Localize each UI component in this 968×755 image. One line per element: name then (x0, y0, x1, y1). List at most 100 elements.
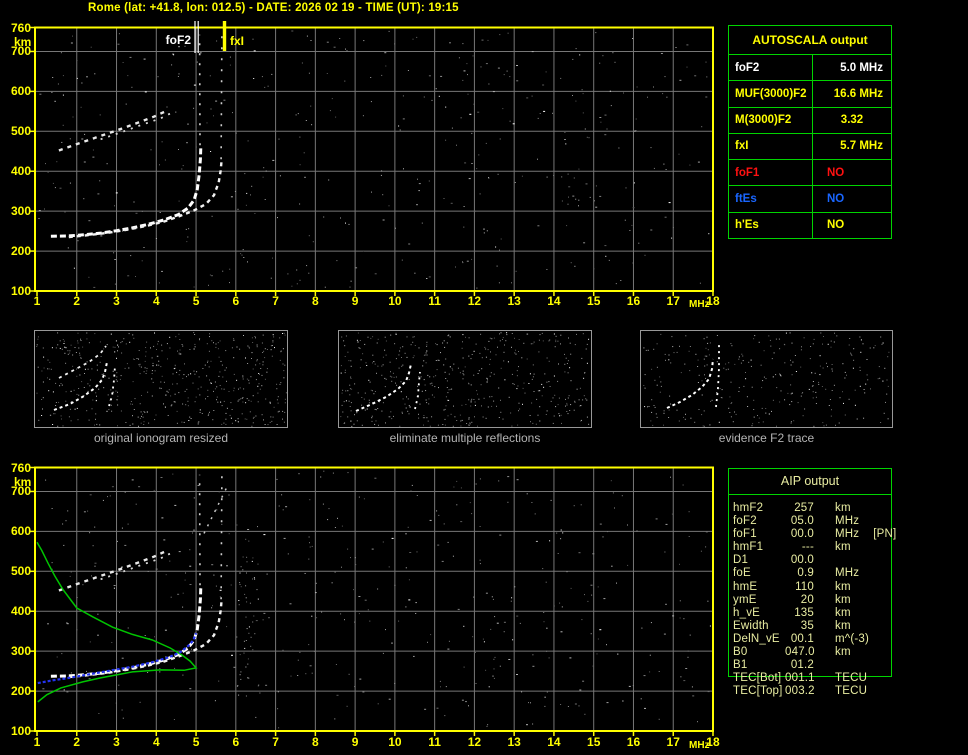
aip-row: D1 00.0 (728, 554, 892, 567)
aip-row-unit: km (835, 606, 851, 619)
aip-row-unit: km (835, 541, 851, 554)
aip-row-label: ymE (733, 593, 757, 606)
x-tick-label: 1 (33, 734, 41, 749)
x-tick-label: 4 (152, 294, 160, 308)
autoscala-row-label: M(3000)F2 (729, 107, 813, 133)
aip-row-unit: MHz (835, 567, 860, 580)
x-tick-label: 15 (587, 294, 601, 308)
aip-row: ymE 20 km (728, 594, 892, 607)
aip-row-label: hmE (733, 580, 758, 593)
x-tick-label: 6 (232, 734, 240, 749)
panel-caption-eliminate: eliminate multiple reflections (389, 431, 541, 445)
x-tick-label: 11 (428, 734, 441, 749)
x-tick-label: 11 (428, 294, 441, 308)
aip-row-unit: km (835, 646, 851, 659)
panel-evidence-f2 (640, 330, 893, 428)
aip-row-unit: MHz (835, 515, 860, 528)
autoscala-row-value: NO (827, 193, 845, 206)
autoscala-row-label: foF1 (729, 160, 813, 186)
autoscala-table-rows: foF2 5.0 MHz MUF(3000)F2 16.6 MHz M(3000)F2 3… (729, 54, 891, 238)
x-tick-label: 10 (388, 294, 402, 308)
aip-row-value: 05.0 (790, 515, 814, 528)
aip-row-unit: km (835, 593, 851, 606)
autoscala-table-header: AUTOSCALA output (752, 33, 868, 47)
aip-row-label: h_vE (733, 606, 761, 619)
aip-row-unit: km (835, 580, 851, 593)
x-tick-label: 12 (467, 294, 482, 308)
aip-row-unit: TECU (835, 672, 868, 685)
x-tick-label: 13 (507, 294, 521, 308)
y-tick-label: 600 (10, 84, 31, 99)
aip-row-label: B0 (733, 646, 748, 659)
x-tick-label: 1 (33, 294, 41, 308)
aip-row-unit: m^(-3) (835, 632, 870, 645)
aip-row: hmF1 --- km (728, 541, 892, 554)
x-tick-label: 16 (626, 734, 641, 749)
x-tick-label: 14 (547, 734, 561, 749)
aip-row-label: foF2 (733, 515, 757, 528)
aip-row-label: hmF2 (733, 502, 764, 514)
aip-row: hmE 110 km (728, 581, 892, 594)
aip-row-unit: MHz [PN] (835, 528, 897, 541)
aip-row-value: 257 (794, 502, 814, 514)
y-tick-label: 300 (10, 204, 31, 219)
y-axis-unit: km (14, 474, 32, 489)
aip-row-value: 35 (800, 619, 814, 632)
x-tick-label: 9 (351, 294, 359, 308)
autoscala-row: foF1 NO (729, 159, 891, 186)
x-axis-unit: MHz (689, 739, 710, 751)
y-tick-label: 200 (10, 684, 31, 699)
aip-row-unit: km (835, 502, 851, 514)
aip-row-value: 001.1 (785, 672, 815, 685)
x-tick-label: 2 (73, 294, 81, 308)
y-tick-label: 760 (10, 20, 31, 35)
x-tick-label: 12 (467, 734, 482, 749)
autoscala-row-label: foF2 (729, 55, 813, 81)
aip-row-label: foF1 (733, 528, 757, 541)
autoscala-row-value: 5.7 MHz (840, 140, 883, 153)
panel-caption-original: original ionogram resized (93, 431, 229, 445)
aip-row: TEC[Top] 003.2 TECU (728, 685, 892, 698)
y-tick-label: 400 (10, 164, 31, 179)
x-tick-label: 5 (192, 294, 200, 308)
aip-row-label: hmF1 (733, 541, 764, 554)
x-tick-label: 10 (388, 734, 402, 749)
aip-row-value: 047.0 (785, 646, 815, 659)
aip-row: B0 047.0 km (728, 646, 892, 659)
aip-row: h_vE 135 km (728, 607, 892, 620)
x-tick-label: 8 (312, 294, 319, 308)
aip-row-label: B1 (733, 659, 748, 672)
aip-row-unit: TECU (835, 685, 868, 698)
y-tick-label: 500 (10, 564, 31, 579)
page-title: Rome (lat: +41.8, lon: 012.5) - DATE: 20… (88, 2, 459, 14)
aip-row-label: foE (733, 567, 751, 580)
aip-row: DelN_vE 00.1 m^(-3) (728, 633, 892, 646)
aip-table-rows: hmF2 257 km foF2 05.0 MHz foF1 00.0 MHz [PN] hmF1-… (728, 502, 896, 698)
autoscala-output-table: AUTOSCALA output foF2 5.0 MHz MUF(3000)F2 1… (728, 25, 892, 239)
autoscala-row-label: fxI (729, 133, 813, 160)
x-tick-label: 14 (547, 294, 561, 308)
autoscala-row: M(3000)F2 3.32 (729, 106, 891, 133)
panel-eliminate-reflections (338, 330, 592, 428)
aip-row-unit (814, 659, 892, 672)
aip-row-value: --- (801, 541, 814, 554)
x-tick-label: 7 (272, 294, 279, 308)
aip-row-value: 00.0 (790, 528, 814, 541)
x-tick-label: 4 (152, 734, 160, 749)
x-tick-label: 15 (587, 734, 601, 749)
aip-table-header: AIP output (729, 469, 891, 495)
autoscala-row-value: 16.6 MHz (833, 87, 883, 100)
aip-row-label: TEC[Top] (733, 685, 783, 698)
autoscala-row-label: MUF(3000)F2 (729, 81, 813, 107)
autoscala-window: Rome (lat: +41.8, lon: 012.5) - DATE: 20… (0, 0, 968, 755)
autoscala-row-value: NO (827, 166, 845, 179)
autoscala-row: foF2 5.0 MHz (729, 54, 891, 81)
y-tick-label: 760 (10, 460, 31, 475)
x-tick-label: 6 (232, 294, 240, 308)
aip-row: Ewidth 35 km (728, 620, 892, 633)
aip-row-note: [PN] (873, 528, 897, 541)
y-tick-label: 400 (10, 604, 31, 619)
aip-row-value: 00.0 (790, 554, 814, 567)
x-tick-label: 7 (272, 734, 279, 749)
autoscala-row: MUF(3000)F2 16.6 MHz (729, 80, 891, 107)
